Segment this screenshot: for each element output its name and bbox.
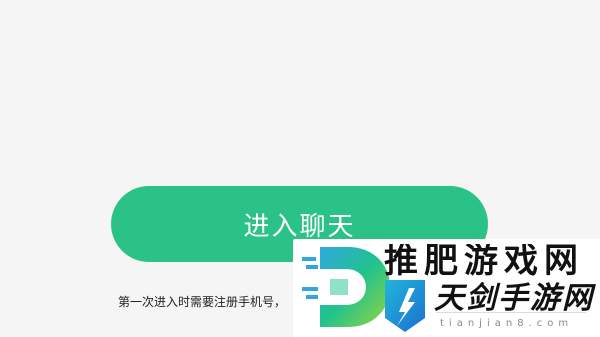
registration-notice: 第一次进入时需要注册手机号， (118, 295, 287, 309)
sword-badge-icon (385, 280, 425, 332)
chat-entry-screen: 进入聊天 第一次进入时需要注册手机号， 推肥游戏网 天剑手游网 tianjian… (0, 0, 600, 337)
enter-chat-button-label: 进入聊天 (243, 211, 356, 242)
watermark-divider (436, 312, 586, 313)
watermark-domain: tianjian8.com (440, 318, 574, 329)
watermark-title: 推肥游戏网 (384, 244, 584, 276)
watermark-site-name: 天剑手游网 (434, 281, 594, 316)
